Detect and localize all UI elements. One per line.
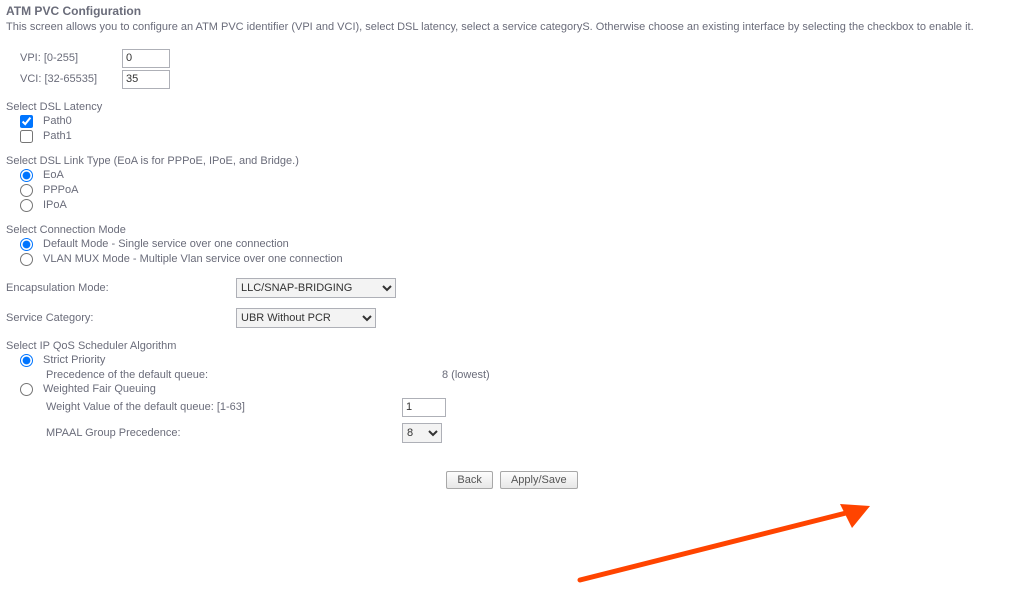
wfq-label: Weighted Fair Queuing [43, 383, 156, 395]
default-mode-radio[interactable] [20, 238, 33, 251]
path0-checkbox[interactable] [20, 115, 33, 128]
ipoa-radio[interactable] [20, 199, 33, 212]
page-description: This screen allows you to configure an A… [6, 20, 1016, 35]
dsl-link-type-heading: Select DSL Link Type (EoA is for PPPoE, … [6, 155, 1018, 167]
vlan-mux-radio[interactable] [20, 253, 33, 266]
ipoa-label: IPoA [43, 199, 67, 211]
pppoa-label: PPPoA [43, 184, 78, 196]
vci-label: VCI: [32-65535] [20, 73, 116, 85]
mpaal-label: MPAAL Group Precedence: [46, 427, 396, 439]
eoa-label: EoA [43, 169, 64, 181]
service-category-select[interactable]: UBR Without PCR [236, 308, 376, 328]
strict-precedence-value: 8 (lowest) [442, 369, 490, 381]
wfq-weight-label: Weight Value of the default queue: [1-63… [46, 401, 396, 413]
strict-precedence-label: Precedence of the default queue: [46, 369, 436, 381]
vci-input[interactable] [122, 70, 170, 89]
mpaal-select[interactable]: 8 [402, 423, 442, 443]
conn-mode-heading: Select Connection Mode [6, 224, 1018, 236]
wfq-radio[interactable] [20, 383, 33, 396]
strict-priority-radio[interactable] [20, 354, 33, 367]
pppoa-radio[interactable] [20, 184, 33, 197]
strict-priority-label: Strict Priority [43, 354, 105, 366]
back-button[interactable]: Back [446, 471, 492, 489]
default-mode-label: Default Mode - Single service over one c… [43, 238, 289, 250]
vlan-mux-label: VLAN MUX Mode - Multiple Vlan service ov… [43, 253, 343, 265]
encapsulation-label: Encapsulation Mode: [6, 282, 236, 294]
encapsulation-select[interactable]: LLC/SNAP-BRIDGING [236, 278, 396, 298]
qos-heading: Select IP QoS Scheduler Algorithm [6, 340, 1018, 352]
apply-save-button[interactable]: Apply/Save [500, 471, 578, 489]
dsl-latency-heading: Select DSL Latency [6, 101, 1018, 113]
path0-label: Path0 [43, 115, 72, 127]
path1-label: Path1 [43, 130, 72, 142]
annotation-arrow [570, 500, 890, 590]
eoa-radio[interactable] [20, 169, 33, 182]
path1-checkbox[interactable] [20, 130, 33, 143]
service-category-label: Service Category: [6, 312, 236, 324]
vpi-input[interactable] [122, 49, 170, 68]
vpi-label: VPI: [0-255] [20, 52, 116, 64]
wfq-weight-input[interactable] [402, 398, 446, 417]
page-title: ATM PVC Configuration [6, 4, 1018, 18]
